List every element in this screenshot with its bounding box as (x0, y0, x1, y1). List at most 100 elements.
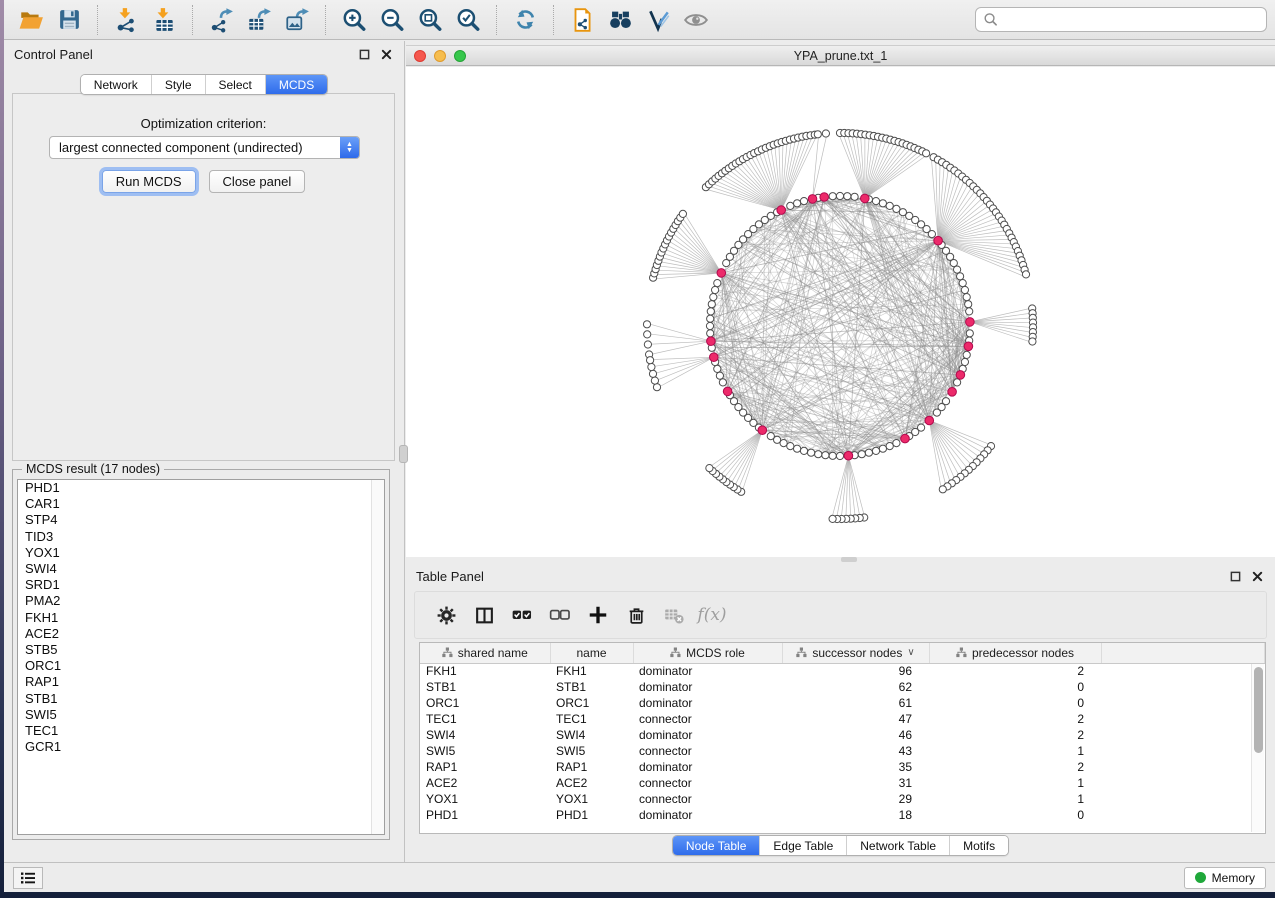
tab-select[interactable]: Select (205, 75, 265, 94)
network-node[interactable] (954, 379, 961, 386)
cell-predecessor-nodes[interactable]: 1 (929, 775, 1101, 791)
task-history-button[interactable] (13, 867, 43, 889)
network-node[interactable] (712, 286, 719, 293)
table-row[interactable]: RAP1RAP1dominator352 (420, 759, 1265, 775)
tab-motifs[interactable]: Motifs (949, 836, 1008, 855)
show-columns-button[interactable] (467, 598, 501, 632)
cell-successor-nodes[interactable]: 61 (782, 695, 929, 711)
tab-network-table[interactable]: Network Table (846, 836, 949, 855)
cell-predecessor-nodes[interactable]: 2 (929, 727, 1101, 743)
refresh-view-button[interactable] (507, 3, 543, 37)
close-panel-action-button[interactable]: Close panel (209, 170, 306, 193)
network-node[interactable] (844, 193, 851, 200)
network-node[interactable] (649, 370, 656, 377)
network-node[interactable] (708, 301, 715, 308)
cell-shared-name[interactable]: RAP1 (420, 759, 550, 775)
mcds-result-item[interactable]: SRD1 (18, 577, 384, 593)
network-node[interactable] (851, 193, 858, 200)
network-canvas[interactable] (406, 67, 1275, 557)
cell-successor-nodes[interactable]: 96 (782, 663, 929, 679)
network-node[interactable] (893, 440, 900, 447)
zoom-fit-button[interactable] (412, 3, 448, 37)
mcds-result-item[interactable]: GCR1 (18, 739, 384, 755)
table-settings-button[interactable] (429, 598, 463, 632)
network-node[interactable] (933, 409, 940, 416)
network-node[interactable] (714, 365, 721, 372)
zoom-selected-button[interactable] (450, 3, 486, 37)
mcds-result-item[interactable]: TID3 (18, 529, 384, 545)
network-node[interactable] (965, 301, 972, 308)
cell-successor-nodes[interactable]: 29 (782, 791, 929, 807)
mcds-result-item[interactable]: CAR1 (18, 496, 384, 512)
memory-status-button[interactable]: Memory (1184, 867, 1266, 889)
tab-network[interactable]: Network (81, 75, 151, 94)
network-node[interactable] (767, 433, 774, 440)
network-node[interactable] (872, 447, 879, 454)
close-table-panel-button[interactable] (1249, 569, 1265, 585)
table-scrollbar[interactable] (1251, 664, 1264, 832)
cell-predecessor-nodes[interactable]: 1 (929, 791, 1101, 807)
network-node[interactable] (794, 445, 801, 452)
network-node[interactable] (647, 357, 654, 364)
cell-mcds-role[interactable]: connector (633, 775, 782, 791)
cell-mcds-role[interactable]: dominator (633, 695, 782, 711)
deselect-all-rows-button[interactable] (543, 598, 577, 632)
network-node[interactable] (707, 330, 714, 337)
table-row[interactable]: STB1STB1dominator620 (420, 679, 1265, 695)
run-mcds-button[interactable]: Run MCDS (102, 170, 196, 193)
tab-mcds[interactable]: MCDS (265, 75, 327, 94)
network-node[interactable] (858, 451, 865, 458)
cell-name[interactable]: PHD1 (550, 807, 633, 823)
cell-mcds-role[interactable]: connector (633, 711, 782, 727)
cell-shared-name[interactable]: YOX1 (420, 791, 550, 807)
import-network-button[interactable] (108, 3, 144, 37)
cell-predecessor-nodes[interactable]: 1 (929, 743, 1101, 759)
tab-node-table[interactable]: Node Table (673, 836, 760, 855)
cell-predecessor-nodes[interactable]: 0 (929, 807, 1101, 823)
cell-successor-nodes[interactable]: 31 (782, 775, 929, 791)
mcds-result-item[interactable]: SWI5 (18, 707, 384, 723)
network-node[interactable] (651, 377, 658, 384)
network-node[interactable] (836, 452, 843, 459)
cell-predecessor-nodes[interactable]: 2 (929, 663, 1101, 679)
cell-predecessor-nodes[interactable]: 2 (929, 759, 1101, 775)
network-node[interactable] (815, 451, 822, 458)
cell-successor-nodes[interactable]: 62 (782, 679, 929, 695)
column-header-predecessor-nodes[interactable]: predecessor nodes (929, 643, 1101, 663)
close-panel-button[interactable] (378, 47, 394, 63)
export-table-button[interactable] (241, 3, 277, 37)
cell-successor-nodes[interactable]: 46 (782, 727, 929, 743)
selected-network-node[interactable] (948, 388, 957, 397)
network-node[interactable] (829, 515, 836, 522)
network-node[interactable] (714, 280, 721, 287)
selected-network-node[interactable] (777, 206, 786, 215)
network-from-document-button[interactable] (564, 3, 600, 37)
open-file-button[interactable] (13, 3, 49, 37)
cell-predecessor-nodes[interactable]: 2 (929, 711, 1101, 727)
mcds-result-item[interactable]: RAP1 (18, 674, 384, 690)
network-node[interactable] (644, 341, 651, 348)
mcds-result-item[interactable]: TEC1 (18, 723, 384, 739)
network-node[interactable] (879, 445, 886, 452)
node-table[interactable]: shared namenameMCDS rolesuccessor nodes∨… (420, 643, 1265, 823)
column-header-successor-nodes[interactable]: successor nodes∨ (782, 643, 929, 663)
network-node[interactable] (872, 198, 879, 205)
mcds-result-item[interactable]: ACE2 (18, 626, 384, 642)
network-node[interactable] (710, 294, 717, 301)
selected-network-node[interactable] (717, 269, 726, 278)
cell-predecessor-nodes[interactable]: 0 (929, 695, 1101, 711)
export-image-button[interactable] (279, 3, 315, 37)
result-list-scrollbar[interactable] (371, 480, 384, 834)
network-node[interactable] (886, 443, 893, 450)
network-node[interactable] (706, 465, 713, 472)
column-header-mcds-role[interactable]: MCDS role (633, 643, 782, 663)
cell-shared-name[interactable]: SWI4 (420, 727, 550, 743)
cell-name[interactable]: ACE2 (550, 775, 633, 791)
cell-name[interactable]: RAP1 (550, 759, 633, 775)
show-graphics-details-button[interactable] (678, 3, 714, 37)
selected-network-node[interactable] (844, 451, 853, 460)
cell-name[interactable]: STB1 (550, 679, 633, 695)
network-node[interactable] (814, 131, 821, 138)
network-node[interactable] (822, 130, 829, 137)
network-node[interactable] (716, 372, 723, 379)
